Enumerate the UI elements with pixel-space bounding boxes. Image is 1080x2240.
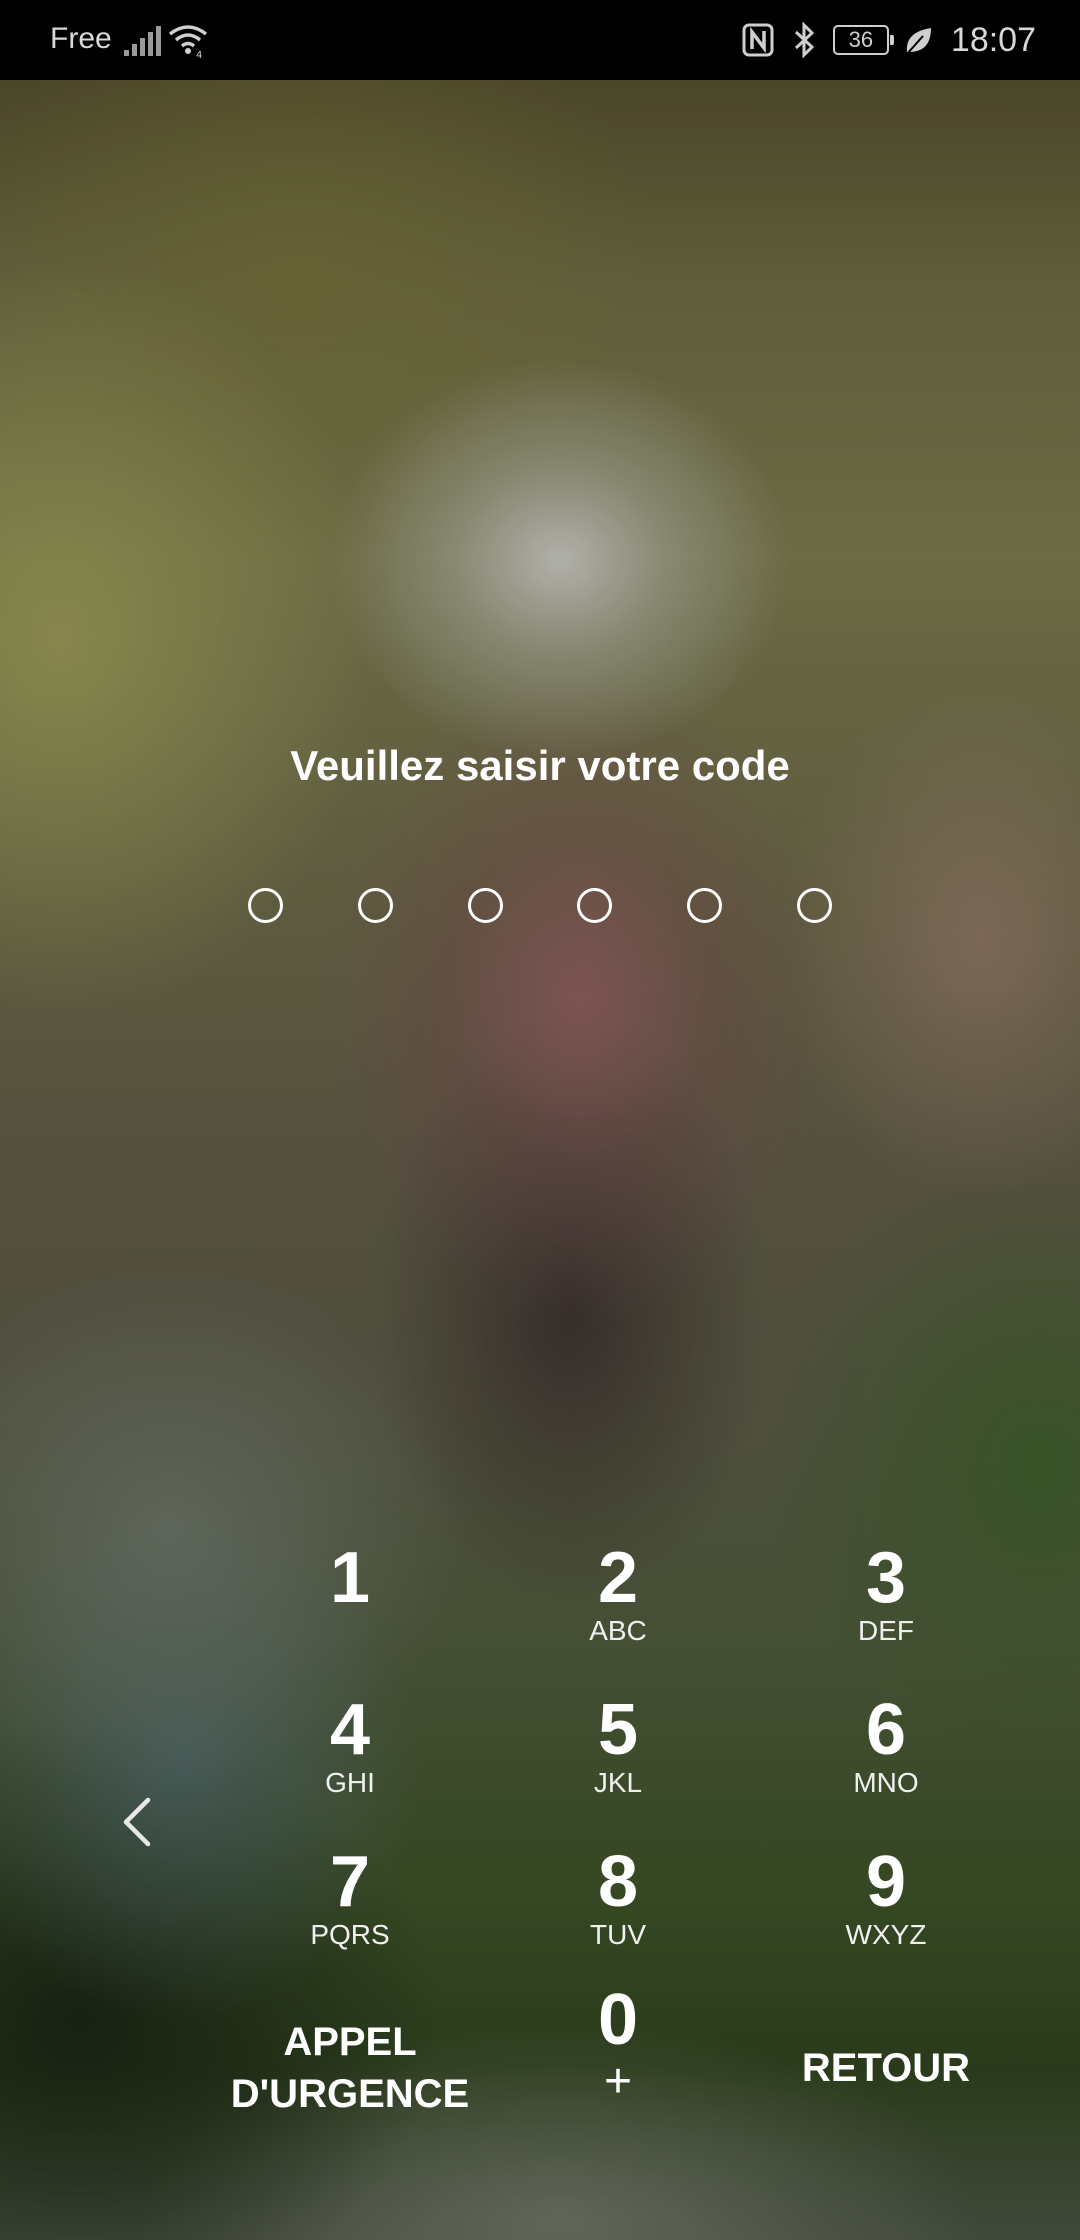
key-digit: 7	[329, 1842, 371, 1922]
lock-screen: Free 4 36 18:07 Veuillez saisir votre co…	[0, 0, 1080, 2240]
key-plus: +	[603, 2055, 633, 2108]
key-digit: 9	[865, 1842, 907, 1922]
key-digit: 1	[329, 1538, 371, 1618]
emergency-call-button[interactable]: APPEL D'URGENCE	[200, 2016, 500, 2120]
key-letters: DEF	[858, 1615, 914, 1646]
key-digit: 5	[597, 1690, 639, 1770]
chevron-left-icon[interactable]	[118, 1794, 158, 1850]
battery-icon: 36	[832, 25, 894, 55]
pin-indicator	[248, 888, 832, 924]
pin-dot	[687, 888, 723, 923]
key-3[interactable]: 3 DEF	[776, 1538, 996, 1678]
key-digit: 3	[865, 1538, 907, 1618]
key-4[interactable]: 4 GHI	[240, 1690, 460, 1830]
pin-dot	[577, 888, 613, 923]
wifi-icon: 4	[168, 25, 208, 60]
status-bar: Free 4 36 18:07	[0, 0, 1080, 80]
svg-text:4: 4	[196, 50, 202, 60]
pin-prompt: Veuillez saisir votre code	[290, 742, 790, 789]
nfc-icon	[742, 23, 774, 57]
bluetooth-icon	[794, 22, 815, 58]
key-letters: WXYZ	[845, 1919, 927, 1950]
emergency-label-line1: APPEL	[283, 2020, 417, 2064]
key-letters: JKL	[593, 1767, 643, 1798]
pin-dot	[357, 888, 393, 923]
clock: 18:07	[950, 20, 1036, 59]
key-letters: GHI	[325, 1767, 375, 1798]
key-letters: MNO	[853, 1767, 919, 1798]
key-2[interactable]: 2 ABC	[508, 1538, 728, 1678]
key-digit: 6	[865, 1690, 907, 1770]
pin-dot	[467, 888, 503, 923]
key-digit: 4	[329, 1690, 371, 1770]
carrier-label: Free	[50, 22, 112, 55]
key-9[interactable]: 9 WXYZ	[776, 1842, 996, 1982]
key-digit: 0	[597, 1980, 639, 2060]
key-letters: ABC	[589, 1615, 647, 1646]
key-7[interactable]: 7 PQRS	[240, 1842, 460, 1982]
emergency-label-line2: D'URGENCE	[230, 2072, 470, 2116]
key-letters: TUV	[590, 1919, 646, 1950]
back-button[interactable]: RETOUR	[756, 2042, 1016, 2094]
key-digit: 8	[597, 1842, 639, 1922]
status-icons: 36 18:07	[741, 0, 1036, 80]
pin-dot	[796, 888, 832, 923]
key-5[interactable]: 5 JKL	[508, 1690, 728, 1830]
battery-level: 36	[848, 27, 874, 52]
key-0[interactable]: 0 +	[508, 1980, 728, 2120]
key-8[interactable]: 8 TUV	[508, 1842, 728, 1982]
pin-dot	[248, 888, 283, 923]
signal-icon	[124, 26, 161, 56]
key-6[interactable]: 6 MNO	[776, 1690, 996, 1830]
key-1[interactable]: 1	[240, 1538, 460, 1678]
eco-leaf-icon	[906, 28, 931, 55]
key-digit: 2	[597, 1538, 639, 1618]
key-letters: PQRS	[310, 1919, 390, 1950]
